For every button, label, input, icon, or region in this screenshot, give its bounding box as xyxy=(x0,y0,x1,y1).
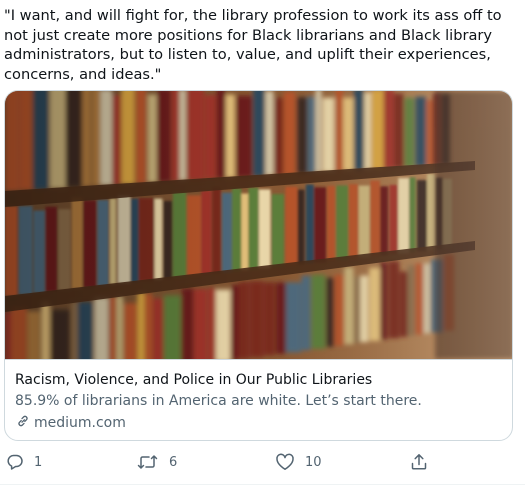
reply-count: 1 xyxy=(34,454,43,470)
retweet-button[interactable]: 6 xyxy=(137,448,177,476)
share-button[interactable] xyxy=(410,448,428,476)
link-preview-card[interactable]: Racism, Violence, and Police in Our Publ… xyxy=(4,90,513,441)
tweet-text: "I want, and will fight for, the library… xyxy=(4,7,502,83)
reply-button[interactable]: 1 xyxy=(6,448,42,476)
link-icon xyxy=(15,413,31,433)
divider xyxy=(0,484,525,485)
card-domain[interactable]: medium.com xyxy=(15,413,126,433)
card-image[interactable] xyxy=(5,91,512,359)
share-icon xyxy=(410,453,428,471)
card-title[interactable]: Racism, Violence, and Police in Our Publ… xyxy=(15,372,372,388)
card-body[interactable]: Racism, Violence, and Police in Our Publ… xyxy=(5,359,512,440)
action-bar: 1 6 10 xyxy=(0,448,525,476)
card-domain-label: medium.com xyxy=(34,415,126,431)
tweet: "I want, and will fight for, the library… xyxy=(0,0,525,486)
heart-icon xyxy=(275,453,295,471)
like-button[interactable]: 10 xyxy=(275,448,322,476)
reply-icon xyxy=(6,453,24,471)
bookshelf-photo xyxy=(5,91,512,359)
like-count: 10 xyxy=(305,454,322,470)
retweet-count: 6 xyxy=(169,454,178,470)
retweet-icon xyxy=(137,453,159,471)
card-description: 85.9% of librarians in America are white… xyxy=(15,393,422,409)
